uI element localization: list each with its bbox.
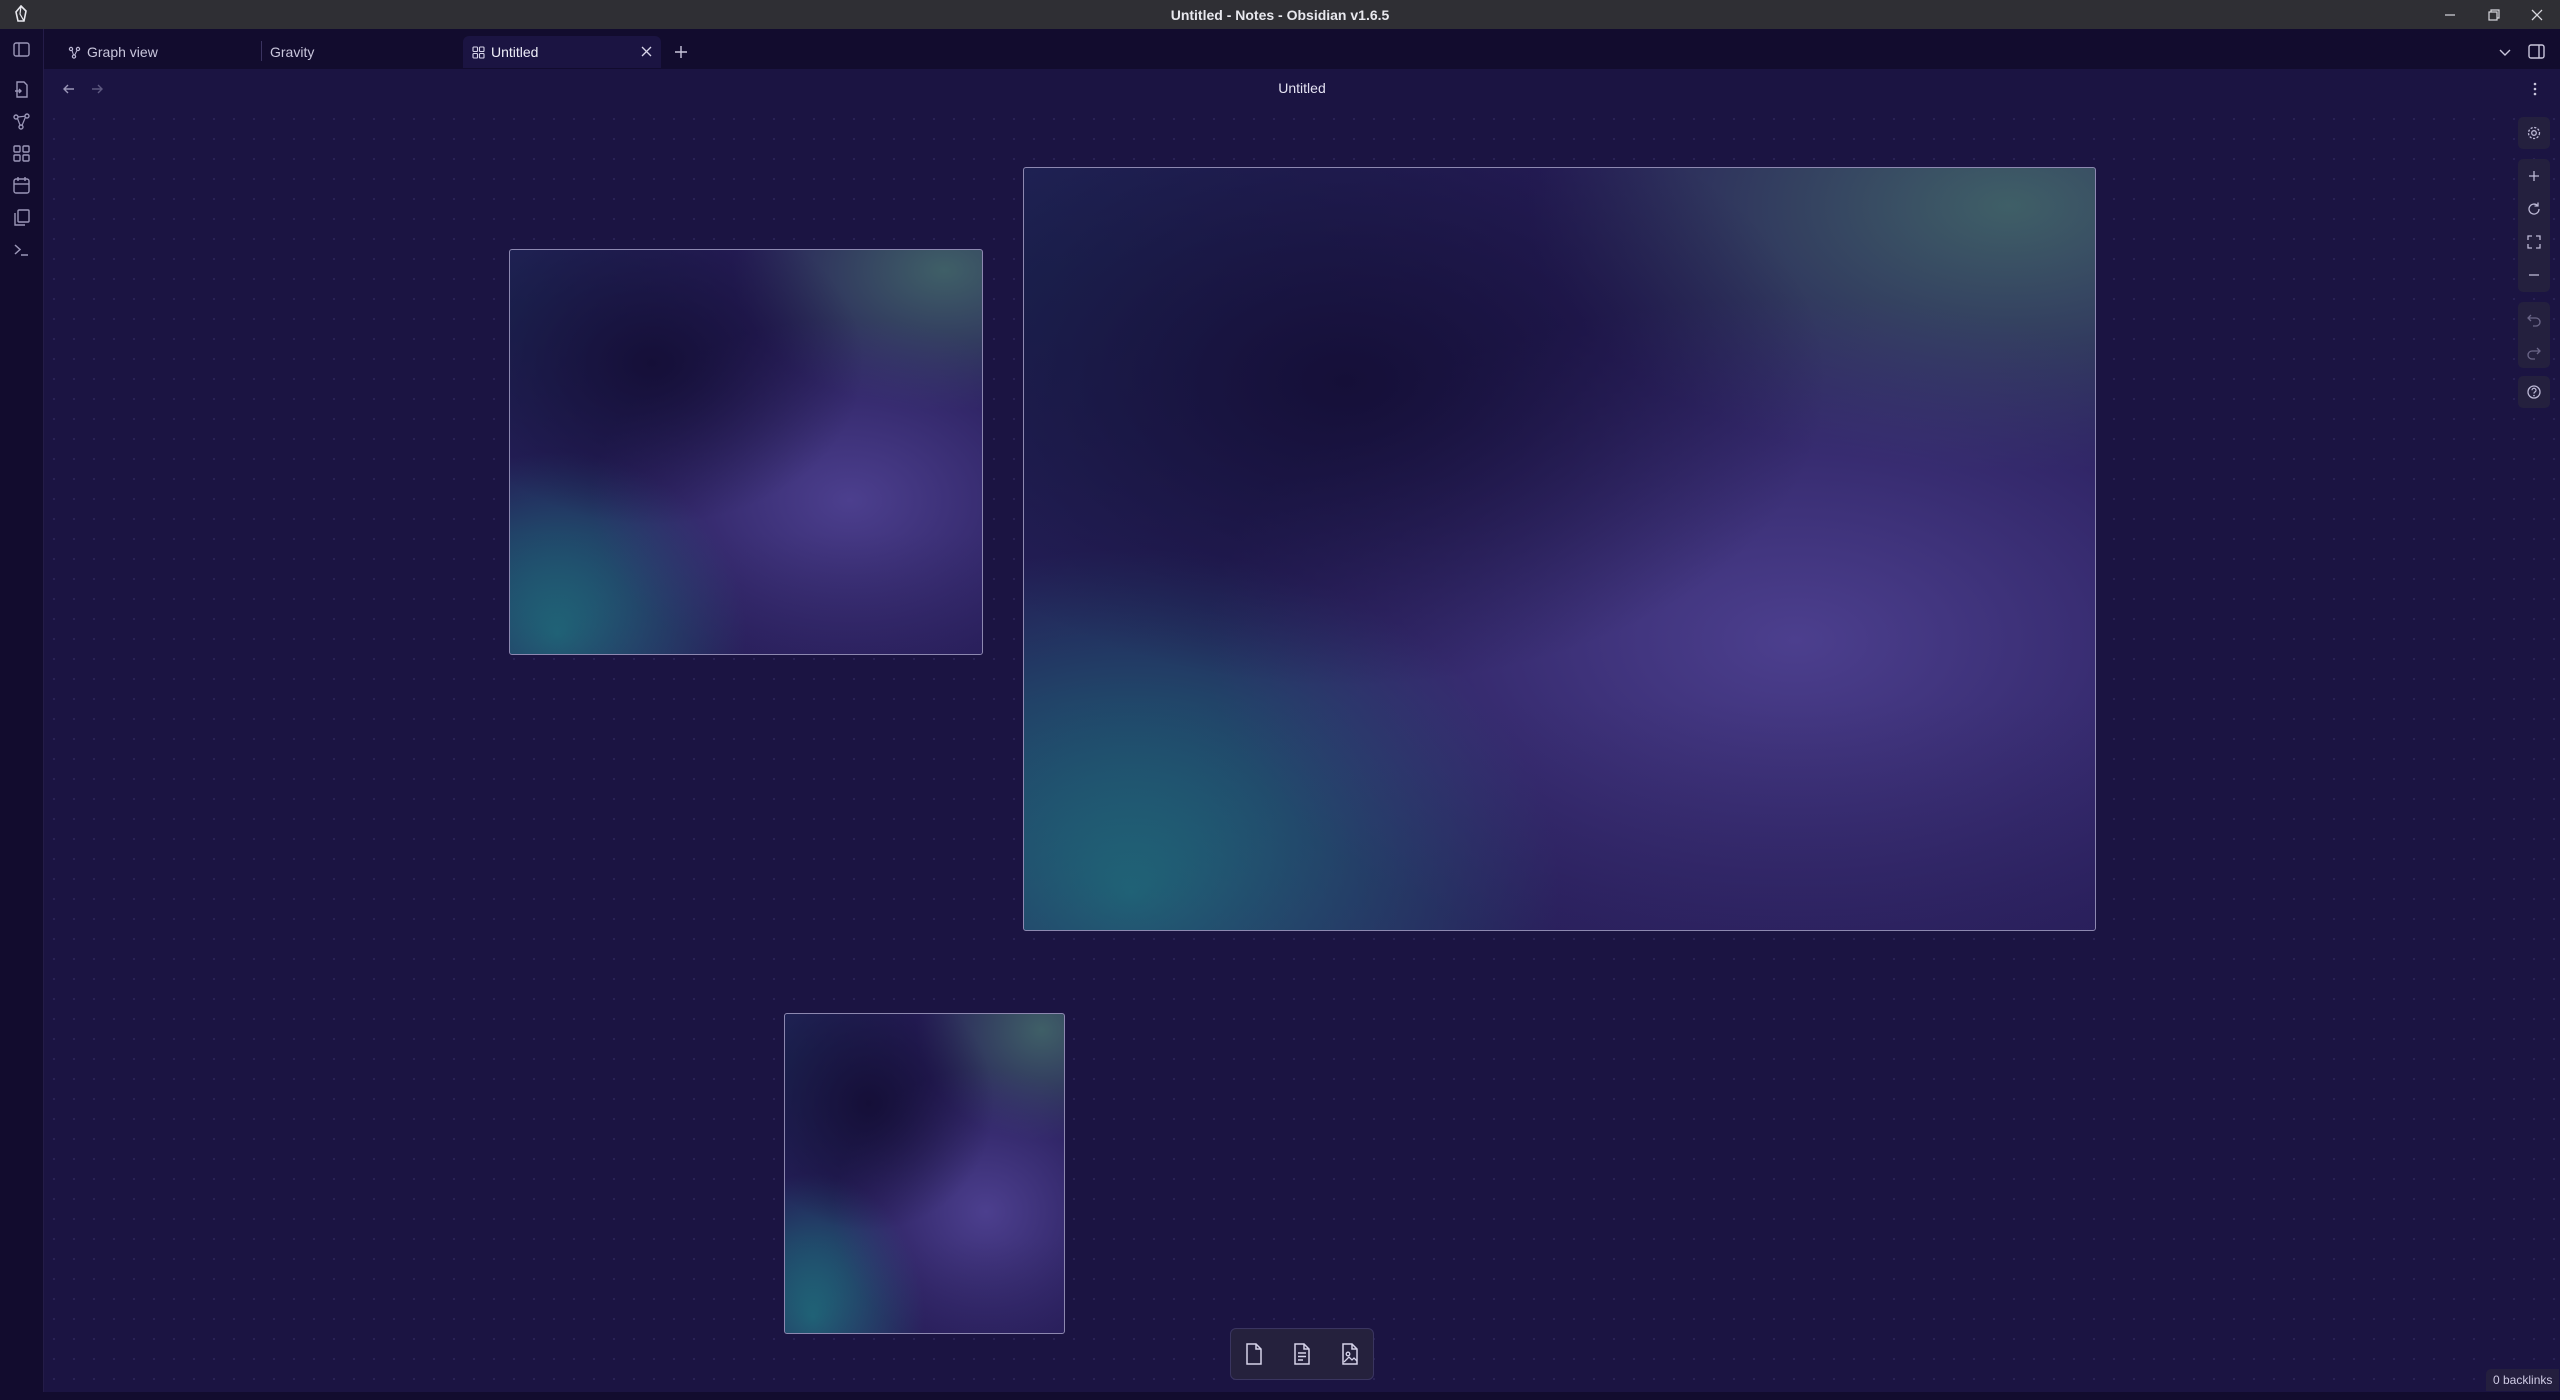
tab-gravity[interactable]: Gravity [270, 36, 460, 68]
canvas-media-card[interactable] [784, 1013, 1065, 1334]
tab-graph-view[interactable]: Graph view [68, 36, 258, 68]
add-media-icon[interactable] [1338, 1342, 1362, 1366]
window-bottom-edge [0, 1392, 2560, 1400]
title-bar: Untitled - Notes - Obsidian v1.6.5 [0, 0, 2560, 29]
tab-label: Graph view [87, 44, 158, 60]
more-options-icon[interactable] [2527, 81, 2543, 97]
close-tab-icon[interactable] [640, 45, 653, 58]
canvas-icon[interactable] [12, 144, 31, 163]
card-gradient-overlay [1024, 701, 2095, 930]
restore-icon[interactable] [2485, 6, 2503, 24]
tab-list-chevron-down-icon[interactable] [2497, 44, 2513, 60]
canvas-history-group [2518, 302, 2550, 368]
graph-icon [68, 46, 81, 59]
right-sidebar-toggle-icon[interactable] [2527, 42, 2546, 61]
file-switcher-icon[interactable] [12, 80, 31, 99]
help-icon[interactable] [2526, 384, 2542, 400]
undo-icon[interactable] [2526, 311, 2542, 327]
window-title: Untitled - Notes - Obsidian v1.6.5 [1170, 7, 1390, 23]
tab-divider [261, 41, 262, 61]
minimize-icon[interactable] [2441, 6, 2459, 24]
view-header: Untitled [44, 69, 2560, 109]
canvas-help-group [2518, 376, 2550, 408]
card-gradient-overlay [785, 1237, 1064, 1333]
zoom-in-icon[interactable] [2526, 168, 2542, 184]
settings-icon[interactable] [2526, 125, 2542, 141]
graph-icon[interactable] [12, 112, 31, 131]
sidebar-toggle-icon[interactable] [12, 40, 31, 59]
add-card-icon[interactable] [1242, 1342, 1266, 1366]
canvas-add-toolbar [1230, 1328, 1374, 1380]
canvas-media-card[interactable] [1023, 167, 2096, 931]
fit-icon[interactable] [2526, 234, 2542, 250]
close-icon[interactable] [2528, 6, 2546, 24]
zoom-out-icon[interactable] [2526, 267, 2542, 283]
tab-untitled[interactable]: Untitled [463, 36, 661, 68]
canvas-media-card[interactable] [509, 249, 983, 655]
templates-icon[interactable] [12, 208, 31, 227]
tab-label: Gravity [270, 44, 315, 60]
left-ribbon [0, 29, 44, 1400]
backlinks-status[interactable]: 0 backlinks [2486, 1369, 2560, 1391]
new-tab-icon[interactable] [673, 44, 689, 60]
canvas-icon [472, 45, 485, 59]
calendar-icon[interactable] [12, 176, 31, 195]
view-title: Untitled [1278, 80, 1326, 96]
add-note-icon[interactable] [1290, 1342, 1314, 1366]
card-gradient-overlay [510, 532, 982, 654]
terminal-icon[interactable] [12, 240, 31, 259]
canvas-zoom-group [2518, 159, 2550, 292]
reset-zoom-icon[interactable] [2526, 201, 2542, 217]
tab-label: Untitled [491, 44, 539, 60]
canvas-settings-group [2518, 117, 2550, 149]
redo-icon[interactable] [2526, 344, 2542, 360]
canvas-area[interactable] [44, 109, 2560, 1392]
